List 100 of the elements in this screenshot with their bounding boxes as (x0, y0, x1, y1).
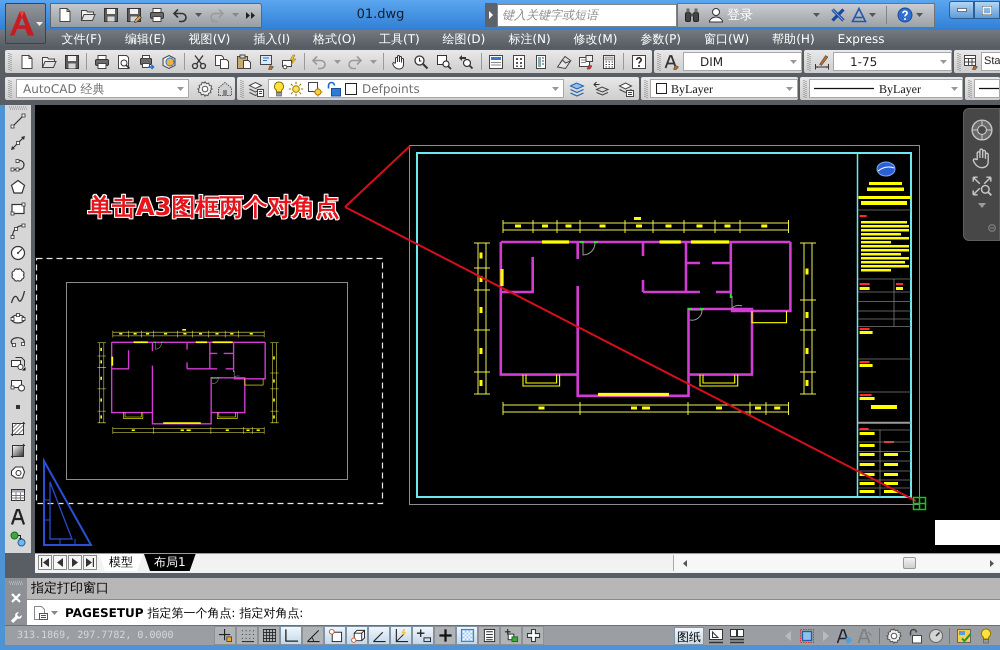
layers-icon[interactable] (569, 80, 585, 96)
layer-dropdown[interactable]: Defpoints (268, 79, 564, 98)
menu-item[interactable]: 窗口(W) (692, 30, 761, 48)
grid-icon[interactable] (262, 628, 276, 643)
skip-first-icon[interactable] (41, 558, 49, 567)
application-menu-button[interactable] (5, 3, 46, 44)
menu-item[interactable]: 文件(F) (50, 30, 114, 48)
annotation-visibility-icon[interactable] (836, 628, 852, 644)
grip-icon[interactable] (803, 80, 807, 98)
menu-item[interactable]: 标注(N) (496, 30, 562, 48)
polar-tracking-toggle[interactable] (302, 626, 324, 645)
lightbulb-icon[interactable] (980, 628, 992, 644)
selection-cycling-toggle[interactable] (500, 626, 522, 645)
hexagon-icon[interactable] (161, 54, 177, 70)
snap-square-icon[interactable] (328, 628, 342, 643)
checked-window-icon[interactable] (956, 628, 972, 644)
lock-icon[interactable] (907, 628, 923, 644)
drawing-area[interactable]: 单击A3图框两个对角点 (35, 105, 1000, 553)
markup-icon[interactable] (578, 54, 594, 70)
object-tracking-toggle[interactable] (368, 626, 390, 645)
overlap-squares-icon[interactable] (504, 628, 518, 643)
paste-icon[interactable] (236, 54, 252, 70)
house-icon[interactable] (217, 80, 233, 96)
caret-icon[interactable] (552, 86, 559, 90)
color-swatch-icon[interactable] (656, 83, 667, 94)
line-sample-icon[interactable] (979, 87, 999, 90)
minimize-icon[interactable] (956, 8, 966, 12)
horizontal-scrollbar[interactable] (673, 555, 1000, 571)
pan-icon[interactable] (390, 54, 406, 70)
layout-tab[interactable]: 模型 (99, 554, 143, 571)
menu-item[interactable]: 格式(O) (302, 30, 368, 48)
spline-icon[interactable] (10, 289, 26, 305)
plus-field-icon[interactable] (416, 628, 430, 643)
linetype-dropdown[interactable]: ByLayer (809, 79, 963, 98)
3d-object-snap-toggle[interactable] (346, 626, 368, 645)
table-icon[interactable] (10, 487, 26, 503)
dynamic-input-toggle[interactable] (412, 626, 434, 645)
caret-icon[interactable] (916, 13, 923, 17)
help-icon[interactable] (630, 54, 646, 70)
caret-icon[interactable] (813, 13, 820, 17)
dimension-style-dropdown[interactable]: 1-75 (833, 52, 952, 71)
caret-icon[interactable] (951, 86, 958, 90)
menu-item[interactable]: 绘图(D) (431, 30, 497, 48)
grip-icon[interactable] (8, 52, 12, 70)
grip-icon[interactable] (9, 106, 27, 110)
table-brush-icon[interactable] (963, 54, 979, 70)
transparency-toggle[interactable] (456, 626, 478, 645)
color-swatch-icon[interactable] (345, 82, 357, 94)
caret-icon[interactable] (790, 60, 797, 64)
scroll-right-icon[interactable] (990, 560, 994, 566)
quick-properties-toggle[interactable] (478, 626, 500, 645)
menu-item[interactable]: Express (826, 30, 896, 48)
caret-icon[interactable] (978, 203, 986, 208)
print-icon[interactable] (149, 7, 165, 23)
save-icon[interactable] (64, 54, 80, 70)
scrollbar-thumb[interactable] (903, 557, 916, 569)
caret-icon[interactable] (36, 22, 42, 26)
list-panel-icon[interactable] (482, 628, 496, 643)
region-icon[interactable] (10, 465, 26, 481)
annotation-monitor-toggle[interactable] (522, 626, 544, 645)
dynamic-ucs-toggle[interactable] (390, 626, 412, 645)
settings-icon[interactable] (886, 628, 902, 644)
construction-line-icon[interactable] (10, 135, 26, 151)
zoom-extents-icon[interactable] (970, 175, 992, 197)
polygon-icon[interactable] (10, 179, 26, 195)
new-file-icon[interactable] (57, 7, 73, 23)
letter-brush-icon[interactable] (664, 54, 680, 70)
grip-icon[interactable] (644, 80, 648, 98)
maximize-icon[interactable] (982, 6, 992, 14)
make-block-icon[interactable] (10, 377, 26, 393)
print-icon[interactable] (94, 54, 110, 70)
circle-icon[interactable] (10, 245, 26, 261)
color-dropdown[interactable]: ByLayer (650, 79, 798, 98)
new-file-icon[interactable] (18, 54, 34, 70)
triangle-left-icon[interactable] (57, 558, 63, 567)
snap-mode-toggle[interactable] (236, 626, 258, 645)
caret-icon[interactable] (786, 86, 793, 90)
wrench-icon[interactable] (10, 611, 22, 623)
x-logo-icon[interactable] (830, 7, 846, 23)
help-icon[interactable] (897, 7, 913, 23)
grip-marker-icon[interactable] (912, 496, 926, 510)
next-layout-button[interactable] (68, 555, 82, 570)
layer-previous-icon[interactable] (593, 80, 609, 96)
save-icon[interactable] (103, 7, 119, 23)
right-angle-icon[interactable] (284, 628, 298, 643)
crosshair-square-icon[interactable] (218, 628, 232, 643)
grip-icon[interactable] (8, 80, 12, 98)
minimize-button[interactable] (949, 1, 974, 19)
close-icon[interactable] (11, 593, 21, 603)
layer-states-icon[interactable] (618, 80, 634, 96)
grip-icon[interactable] (968, 80, 972, 98)
print-preview-icon[interactable] (116, 54, 132, 70)
maximize-button[interactable] (974, 1, 1000, 19)
layout-tab[interactable]: 布局1 (144, 554, 196, 571)
save-as-icon[interactable] (126, 7, 142, 23)
menu-item[interactable]: 编辑(E) (113, 30, 178, 48)
last-layout-button[interactable] (83, 555, 97, 570)
triangle-icon[interactable] (851, 7, 867, 23)
triangle-right-icon[interactable] (72, 558, 78, 567)
caret-icon[interactable] (195, 13, 202, 17)
